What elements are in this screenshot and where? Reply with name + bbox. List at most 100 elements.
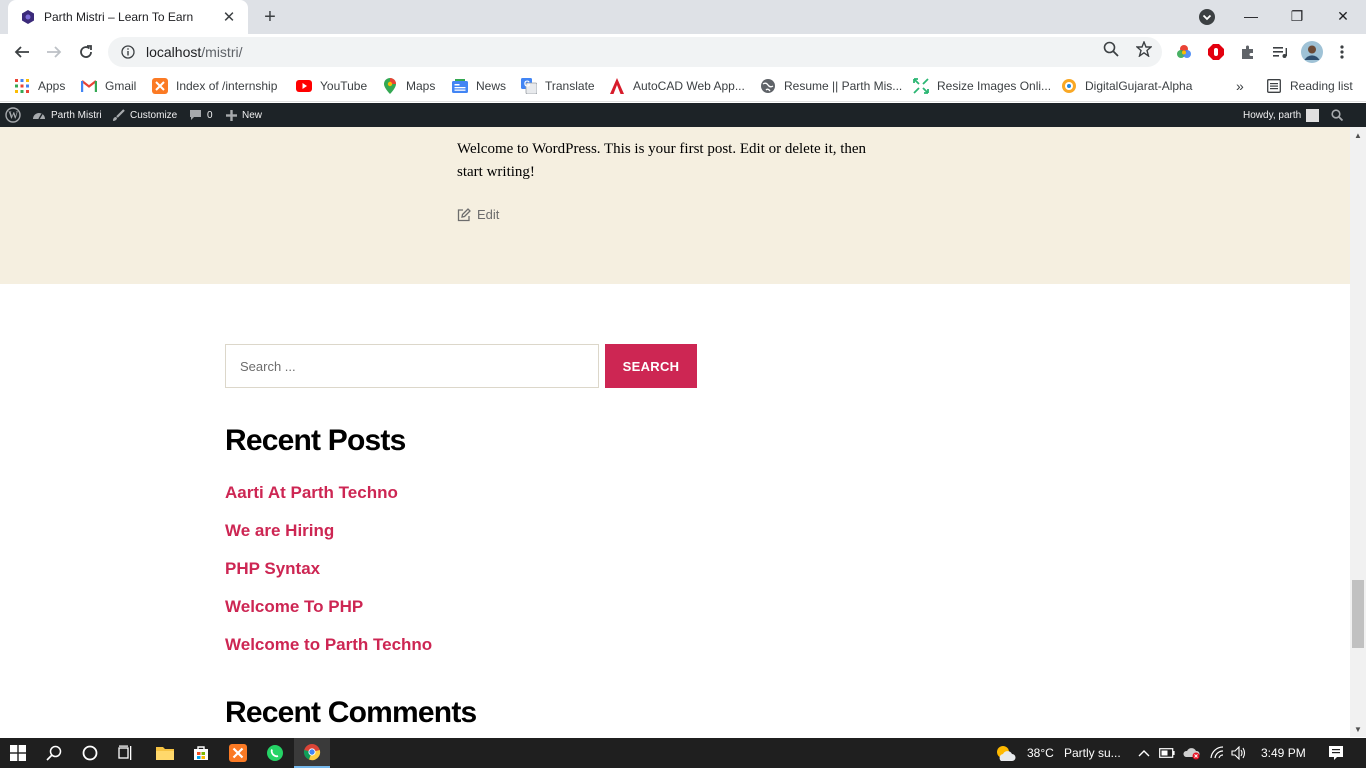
admin-bar-site-name[interactable]: Parth Mistri [32, 103, 102, 127]
svg-text:W: W [8, 111, 18, 122]
minimize-button[interactable]: — [1228, 0, 1274, 32]
network-cloud-icon[interactable] [1181, 738, 1203, 768]
extensions-puzzle-icon[interactable] [1238, 42, 1258, 62]
recent-post-link[interactable]: Aarti At Parth Techno [225, 483, 398, 502]
taskbar-search-icon[interactable] [36, 738, 72, 768]
recent-post-link[interactable]: Welcome to Parth Techno [225, 635, 432, 654]
xampp-taskbar-icon[interactable] [220, 738, 256, 768]
bookmark-youtube[interactable]: YouTube [296, 76, 367, 96]
tab-title: Parth Mistri – Learn To Earn [44, 10, 194, 24]
tab-search-icon[interactable] [1198, 8, 1216, 26]
scrollbar-thumb[interactable] [1352, 580, 1364, 648]
tab-strip: Parth Mistri – Learn To Earn ✕ + — ❐ ✕ [0, 0, 1366, 34]
weather-description[interactable]: Partly su... [1064, 738, 1121, 768]
bookmark-label: Resume || Parth Mis... [784, 79, 903, 93]
browser-tab[interactable]: Parth Mistri – Learn To Earn ✕ [8, 0, 248, 34]
recent-post-link[interactable]: Welcome To PHP [225, 597, 363, 616]
search-input[interactable] [225, 344, 599, 388]
bookmark-resume[interactable]: Resume || Parth Mis... [760, 76, 902, 96]
page-scrollbar[interactable]: ▲ ▼ [1350, 127, 1366, 737]
comment-bubble-icon [190, 110, 201, 120]
recent-post-link[interactable]: PHP Syntax [225, 559, 320, 578]
forward-arrow-icon[interactable] [42, 40, 66, 64]
store-icon[interactable] [183, 738, 219, 768]
reading-list-icon [1266, 78, 1282, 94]
search-button[interactable]: SEARCH [605, 344, 697, 388]
weather-temp[interactable]: 38°C [1027, 738, 1054, 768]
windows-start-icon[interactable] [0, 738, 36, 768]
howdy-label: Howdy, parth [1243, 109, 1302, 121]
url-path: /mistri/ [201, 44, 243, 60]
battery-icon[interactable] [1157, 738, 1177, 768]
action-center-icon[interactable] [1318, 738, 1354, 768]
bookmark-translate[interactable]: G Translate [521, 76, 595, 96]
bookmark-gmail[interactable]: Gmail [81, 76, 136, 96]
back-arrow-icon[interactable] [10, 40, 34, 64]
new-tab-button[interactable]: + [258, 6, 282, 28]
color-picker-extension-icon[interactable] [1174, 42, 1194, 62]
address-bar[interactable]: localhost/mistri/ [108, 37, 1162, 67]
chrome-taskbar-icon[interactable] [294, 738, 330, 768]
bookmark-resize-images[interactable]: Resize Images Onli... [913, 76, 1051, 96]
admin-bar-customize[interactable]: Customize [112, 103, 177, 127]
user-avatar [1306, 108, 1320, 122]
post-edit-link[interactable]: Edit [457, 207, 499, 222]
admin-search-icon[interactable] [1331, 103, 1348, 127]
admin-bar-comments[interactable]: 0 [189, 103, 213, 127]
volume-icon[interactable] [1229, 738, 1249, 768]
scroll-up-icon[interactable]: ▲ [1350, 127, 1366, 143]
admin-bar-account[interactable]: Howdy, parth [1243, 103, 1320, 127]
task-view-icon[interactable] [108, 738, 144, 768]
bookmark-news[interactable]: News [452, 76, 506, 96]
bookmark-apps[interactable]: Apps [14, 76, 65, 96]
recent-post-link[interactable]: We are Hiring [225, 521, 334, 540]
reading-list-button[interactable]: Reading list [1266, 76, 1353, 96]
profile-avatar[interactable] [1301, 41, 1323, 63]
post-section: Welcome to WordPress. This is your first… [0, 127, 1350, 284]
wordpress-logo-icon[interactable]: W [5, 103, 26, 127]
bookmark-autocad[interactable]: AutoCAD Web App... [609, 76, 745, 96]
reload-icon[interactable] [74, 40, 98, 64]
translate-icon: G [521, 78, 537, 94]
chrome-menu-icon[interactable] [1332, 42, 1352, 62]
dashboard-icon [33, 113, 45, 120]
bookmark-maps[interactable]: Maps [382, 76, 435, 96]
media-control-icon[interactable] [1270, 42, 1290, 62]
url-host: localhost [146, 44, 202, 60]
bookmark-digitalgujarat[interactable]: DigitalGujarat-Alpha [1061, 76, 1192, 96]
edit-label: Edit [477, 207, 500, 222]
list-item: We are Hiring [225, 521, 432, 559]
clock-time[interactable]: 3:49 PM [1261, 738, 1306, 768]
xampp-icon [152, 78, 168, 94]
bookmark-label: YouTube [320, 79, 368, 93]
digitalgujarat-icon [1061, 78, 1077, 94]
admin-bar-new[interactable]: New [226, 103, 262, 127]
recent-posts-heading: Recent Posts [225, 424, 406, 457]
zoom-search-icon[interactable] [1102, 40, 1120, 58]
wifi-icon[interactable] [1207, 738, 1227, 768]
whatsapp-icon[interactable] [257, 738, 293, 768]
site-info-icon[interactable] [120, 44, 136, 60]
gmail-icon [81, 78, 97, 94]
bookmark-label: AutoCAD Web App... [633, 79, 745, 93]
close-window-button[interactable]: ✕ [1320, 0, 1366, 32]
bookmark-label: News [476, 79, 507, 93]
bookmark-index-internship[interactable]: Index of /internship [152, 76, 277, 96]
post-body: Welcome to WordPress. This is your first… [457, 141, 867, 180]
weather-icon[interactable] [994, 738, 1018, 768]
adblock-extension-icon[interactable] [1206, 42, 1226, 62]
bookmark-star-icon[interactable] [1135, 40, 1153, 58]
bookmark-label: Resize Images Onli... [937, 79, 1052, 93]
bookmarks-bar: Apps Gmail Index of /internship YouTube … [0, 70, 1366, 102]
scroll-down-icon[interactable]: ▼ [1350, 721, 1366, 737]
maximize-button[interactable]: ❐ [1274, 0, 1320, 32]
file-explorer-icon[interactable] [147, 738, 183, 768]
tab-close-icon[interactable]: ✕ [220, 8, 238, 26]
reading-list-label: Reading list [1290, 79, 1353, 93]
wp-admin-bar: W Parth Mistri Customize 0 New Howdy, pa… [0, 103, 1366, 127]
bookmarks-overflow-button[interactable]: » [1236, 76, 1244, 96]
cortana-icon[interactable] [72, 738, 108, 768]
plus-icon [226, 109, 237, 121]
bookmark-label: DigitalGujarat-Alpha [1085, 79, 1193, 93]
tray-chevron-up-icon[interactable] [1134, 738, 1154, 768]
